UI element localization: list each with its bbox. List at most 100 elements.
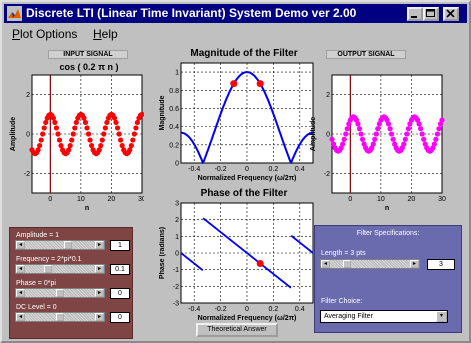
maximize-button[interactable] bbox=[423, 7, 439, 21]
menu-plot-options[interactable]: Plot Options bbox=[12, 27, 77, 41]
input-sample-point bbox=[99, 137, 105, 143]
input-signal-plot[interactable]: 0 10 20 30 -2 0 2 n Amplitude bbox=[4, 71, 144, 213]
x-tick-label: -0.2 bbox=[215, 166, 227, 173]
title-bar[interactable]: Discrete LTI (Linear Time Invariant) Sys… bbox=[4, 4, 467, 23]
slider-track[interactable] bbox=[25, 265, 95, 273]
input-sample-point bbox=[84, 125, 90, 131]
input-signal-header: INPUT SIGNAL bbox=[48, 50, 128, 59]
output-sample-point bbox=[416, 121, 422, 127]
input-sample-point bbox=[131, 131, 137, 137]
slider-left-arrow-icon[interactable]: ◂ bbox=[16, 265, 25, 273]
input-sample-point bbox=[72, 125, 78, 131]
slider-thumb[interactable] bbox=[64, 241, 72, 249]
output-sample-point bbox=[343, 131, 349, 137]
slider-left-arrow-icon[interactable]: ◂ bbox=[16, 313, 25, 321]
input-controls-panel: Amplitude = 1 ◂ ▸ 1 Frequency = 2*pi*0.1… bbox=[9, 227, 133, 339]
output-sample-point bbox=[388, 131, 395, 137]
length-field[interactable]: 3 bbox=[427, 259, 455, 270]
menu-help-label: elp bbox=[101, 27, 118, 41]
output-sample-point bbox=[419, 131, 425, 137]
slider-right-arrow-icon[interactable]: ▸ bbox=[410, 260, 419, 268]
slider-thumb[interactable] bbox=[56, 289, 64, 297]
output-sample-point bbox=[358, 131, 364, 137]
y-tick-label: 2 bbox=[175, 217, 179, 224]
output-signal-plot[interactable]: 0 10 20 30 -2 0 2 n Amplitude bbox=[304, 71, 454, 213]
output-sample-point bbox=[390, 136, 396, 142]
y-axis-label: Amplitude bbox=[310, 117, 317, 151]
slider-right-arrow-icon[interactable]: ▸ bbox=[95, 265, 104, 273]
output-sample-point bbox=[402, 136, 408, 142]
slider-thumb[interactable] bbox=[343, 260, 351, 268]
x-tick-label: 0 bbox=[48, 196, 52, 203]
slider-left-arrow-icon[interactable]: ◂ bbox=[16, 241, 25, 249]
input-sample-point bbox=[37, 142, 43, 149]
input-sample-point bbox=[70, 131, 76, 137]
dc-level-slider[interactable]: ◂ ▸ bbox=[15, 312, 105, 322]
slider-thumb[interactable] bbox=[56, 313, 64, 321]
frequency-marker bbox=[256, 259, 264, 267]
dc-level-label: DC Level = 0 bbox=[16, 304, 57, 311]
output-sample-point bbox=[372, 136, 378, 142]
menu-help[interactable]: Help bbox=[93, 27, 118, 41]
frequency-marker bbox=[230, 80, 238, 88]
x-tick-label: -0.4 bbox=[188, 166, 200, 173]
theoretical-answer-button[interactable]: Theoretical Answer bbox=[196, 323, 278, 337]
close-button[interactable] bbox=[443, 7, 459, 21]
amplitude-field[interactable]: 1 bbox=[110, 240, 130, 251]
y-tick-label: 0 bbox=[175, 161, 179, 168]
phase-plot[interactable]: -0.4 -0.2 0 0.2 0.4 -3 -2 -1 0 1 2 3 Normalized Freq… bbox=[159, 199, 319, 327]
x-tick-label: 0.2 bbox=[269, 166, 279, 173]
filter-choice-label: Filter Choice: bbox=[321, 298, 363, 305]
slider-thumb[interactable] bbox=[44, 265, 52, 273]
output-sample-point bbox=[405, 126, 411, 132]
slider-track[interactable] bbox=[330, 260, 410, 268]
output-sample-point bbox=[356, 126, 363, 132]
y-tick-label: 1 bbox=[175, 70, 179, 77]
length-slider[interactable]: ◂ ▸ bbox=[320, 259, 420, 269]
slider-right-arrow-icon[interactable]: ▸ bbox=[95, 241, 104, 249]
y-axis-label: Amplitude bbox=[10, 117, 17, 151]
chevron-down-icon[interactable]: ▾ bbox=[436, 311, 447, 322]
output-signal-header: OUTPUT SIGNAL bbox=[326, 50, 406, 59]
x-tick-label: 30 bbox=[438, 196, 446, 203]
slider-right-arrow-icon[interactable]: ▸ bbox=[95, 313, 104, 321]
slider-left-arrow-icon[interactable]: ◂ bbox=[16, 289, 25, 297]
filter-choice-dropdown[interactable]: Averaging Filter ▾ bbox=[320, 310, 448, 323]
input-sample-point bbox=[113, 119, 119, 126]
minimize-button[interactable] bbox=[407, 7, 423, 21]
slider-right-arrow-icon[interactable]: ▸ bbox=[95, 289, 104, 297]
menu-plot-options-label: lot Options bbox=[20, 27, 78, 41]
slider-track[interactable] bbox=[25, 241, 95, 249]
x-axis-label: Normalized Frequency (ω/2π) bbox=[198, 315, 297, 322]
window-title: Discrete LTI (Linear Time Invariant) Sys… bbox=[26, 6, 357, 20]
input-sample-point bbox=[128, 142, 134, 149]
x-tick-label: 10 bbox=[77, 196, 85, 203]
x-tick-label: -0.4 bbox=[188, 306, 200, 313]
phase-field[interactable]: 0 bbox=[110, 288, 130, 299]
y-tick-label: 0 bbox=[175, 251, 179, 258]
y-axis-label: Magnitude bbox=[159, 95, 166, 130]
amplitude-slider[interactable]: ◂ ▸ bbox=[15, 240, 105, 250]
slider-left-arrow-icon[interactable]: ◂ bbox=[321, 260, 330, 268]
x-tick-label: 10 bbox=[377, 196, 385, 203]
input-sample-point bbox=[102, 125, 108, 131]
input-sample-point bbox=[38, 137, 44, 143]
frequency-slider[interactable]: ◂ ▸ bbox=[15, 264, 105, 274]
output-sample-point bbox=[329, 136, 335, 142]
x-tick-label: 0 bbox=[348, 196, 352, 203]
filter-specs-header: Filter Specifications: bbox=[356, 230, 420, 237]
x-tick-label: 0.4 bbox=[295, 306, 305, 313]
input-sample-point bbox=[85, 131, 92, 137]
output-sample-point bbox=[355, 121, 361, 127]
y-tick-label: 0.8 bbox=[169, 88, 179, 95]
input-sample-point bbox=[55, 131, 61, 137]
dc-level-field[interactable]: 0 bbox=[110, 312, 130, 323]
frequency-field[interactable]: 0.1 bbox=[110, 264, 130, 275]
menu-bar: Plot Options Help bbox=[4, 24, 467, 43]
input-sample-point bbox=[87, 137, 93, 143]
frequency-label: Frequency = 2*pi*0.1 bbox=[16, 256, 82, 263]
output-sample-point bbox=[418, 126, 424, 132]
input-sample-point bbox=[116, 131, 122, 137]
phase-slider[interactable]: ◂ ▸ bbox=[15, 288, 105, 298]
magnitude-plot[interactable]: -0.4 -0.2 0 0.2 0.400.20.40.60.81Normalized … bbox=[159, 59, 319, 185]
